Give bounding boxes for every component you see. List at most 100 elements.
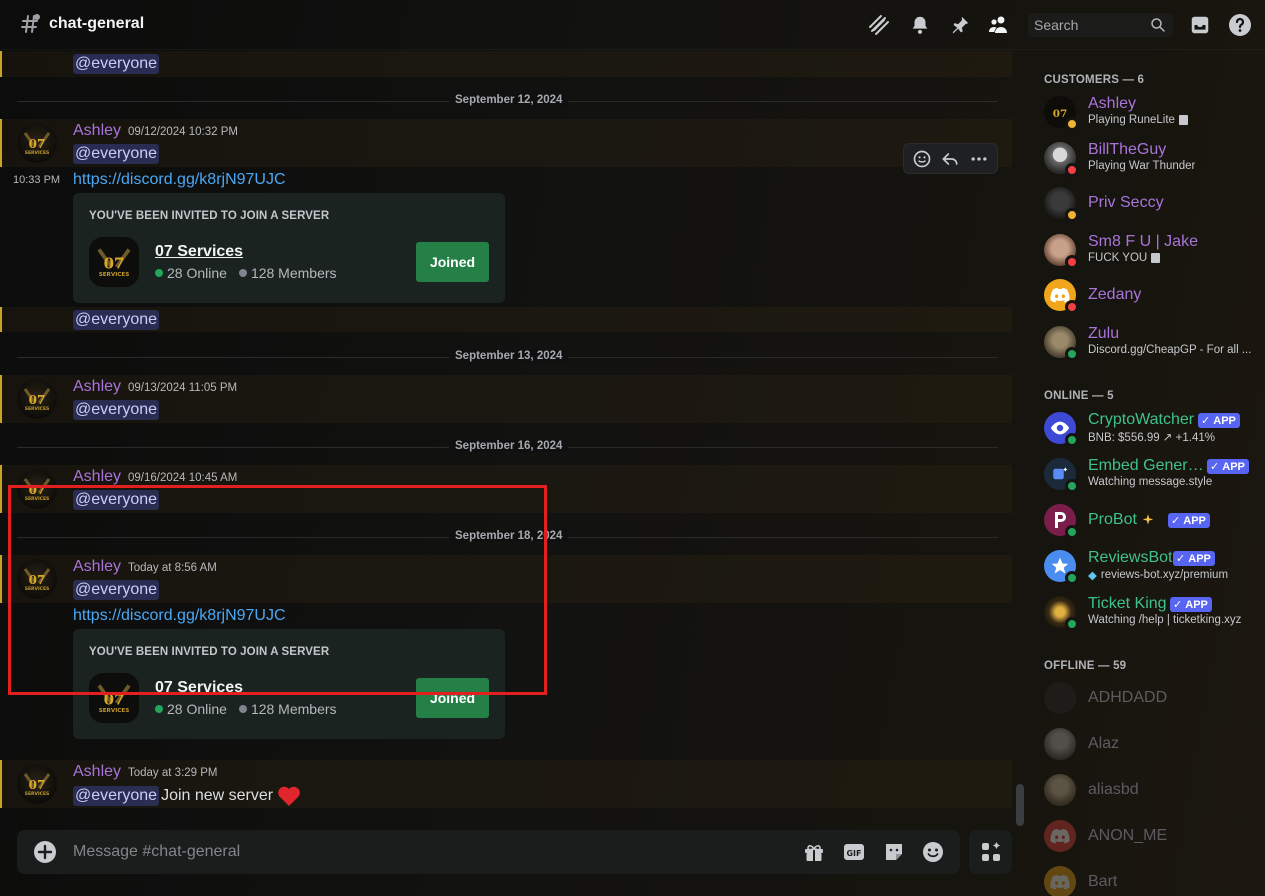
member-item[interactable]: ANON_ME [1028,814,1265,858]
gift-icon[interactable] [802,840,826,864]
scrollbar-thumb[interactable] [1016,784,1024,826]
add-attachment-icon[interactable] [33,840,57,864]
svg-text:SERVICES: SERVICES [25,150,50,156]
emoji-icon[interactable] [921,840,945,864]
pinned-messages-icon[interactable] [948,13,972,37]
online-count: 28 Online [167,265,227,281]
inbox-icon[interactable] [1188,13,1212,37]
member-list-icon[interactable] [987,13,1011,37]
verified-check-icon: ✓ [1201,415,1211,427]
message-composer: GIF [17,830,960,874]
server-icon[interactable]: 07 SERVICES [89,673,139,723]
message-list[interactable]: @everyone September 12, 2024 07 SERVICES … [0,50,1012,818]
member-count: 128 Members [250,265,337,281]
members-section-title: ONLINE — 5 [1044,390,1114,402]
help-icon[interactable] [1228,13,1252,37]
user-avatar[interactable]: 07 SERVICES [17,764,57,804]
member-item[interactable]: BillTheGuy Playing War Thunder [1028,136,1265,180]
member-item[interactable]: Zulu Discord.gg/CheapGP - For all ... [1028,320,1265,364]
sticker-icon[interactable] [882,840,906,864]
apps-icon [981,842,1000,861]
add-reaction-icon[interactable] [912,149,932,169]
message-actions-toolbar [903,143,998,174]
message-author[interactable]: Ashley [73,468,121,486]
notification-bell-icon[interactable] [908,13,932,37]
search-input[interactable] [1034,17,1146,33]
message-author[interactable]: Ashley [73,378,121,396]
invite-server-name[interactable]: 07 Services [155,679,243,697]
member-item[interactable]: Sm8 F U | Jake FUCK YOU [1028,228,1265,272]
member-name: Alaz [1088,735,1120,752]
member-name: ADHDADD [1088,689,1168,706]
member-avatar [1044,187,1079,222]
member-item[interactable]: Ticket King ✓ APP Watching /help | ticke… [1028,590,1265,634]
message-author[interactable]: Ashley [73,122,121,140]
invite-link[interactable]: https://discord.gg/k8rjN97UJC [73,607,286,625]
svg-text:SERVICES: SERVICES [25,406,50,412]
everyone-mention[interactable]: @everyone [73,400,160,420]
member-item[interactable]: Zedany [1028,273,1265,317]
member-item[interactable]: ReviewsBot ✓ APP ◆ reviews-bot.xyz/premiu… [1028,544,1265,588]
user-avatar[interactable]: 07 SERVICES [17,379,57,419]
member-activity: ◆ reviews-bot.xyz/premium [1088,569,1229,582]
svg-text:07: 07 [29,573,46,587]
everyone-mention[interactable]: @everyone [73,786,160,806]
member-activity: Watching message.style [1088,476,1213,488]
dnd-status-icon [1065,255,1079,269]
apps-button[interactable] [969,830,1012,874]
member-item[interactable]: 07 Ashley Playing RuneLite [1028,90,1265,134]
member-activity: BNB: $556.99 ↗ +1.41% [1088,432,1215,444]
invite-stats: 28 Online 128 Members [155,701,337,717]
member-item[interactable]: Alaz [1028,722,1265,766]
discord-logo-icon [1050,874,1070,890]
everyone-mention[interactable]: @everyone [73,490,160,510]
members-section-title: CUSTOMERS — 6 [1044,74,1145,86]
member-item[interactable]: aliasbd [1028,768,1265,812]
server-icon[interactable]: 07 SERVICES [89,237,139,287]
member-item[interactable]: CryptoWatcher ✓ APP BNB: $556.99 ↗ +1.41… [1028,406,1265,450]
message-timestamp: Today at 3:29 PM [128,767,218,779]
user-avatar[interactable]: 07 SERVICES [17,559,57,599]
everyone-mention[interactable]: @everyone [73,310,160,330]
message-author[interactable]: Ashley [73,763,121,781]
message-input[interactable] [73,841,773,863]
member-name: Ticket King [1088,595,1167,612]
everyone-mention[interactable]: @everyone [73,54,160,74]
member-item[interactable]: ProBot ✓ APP [1028,498,1265,542]
member-item[interactable]: Bart [1028,860,1265,896]
reply-icon[interactable] [940,149,960,169]
gif-icon[interactable]: GIF [842,840,866,864]
online-status-icon [1065,433,1079,447]
date-divider-label: September 12, 2024 [449,94,569,106]
more-options-icon[interactable] [969,149,989,169]
user-avatar[interactable]: 07 SERVICES [17,123,57,163]
everyone-mention[interactable]: @everyone [73,144,160,164]
message-content: @everyone [73,310,160,330]
discord-logo-icon [1050,828,1070,844]
date-divider-label: September 13, 2024 [449,350,569,362]
members-dot [238,269,247,277]
member-count: 128 Members [250,701,337,717]
member-name: Zulu [1088,325,1120,342]
member-item[interactable]: Priv Seccy [1028,181,1265,225]
member-activity: Watching /help | ticketking.xyz [1088,614,1242,626]
user-avatar[interactable]: 07 SERVICES [17,469,57,509]
member-avatar [1044,142,1079,177]
member-item[interactable]: Embed Genera... ✓ APP Watching message.s… [1028,452,1265,496]
threads-icon[interactable] [867,13,891,37]
member-name: Zedany [1088,286,1142,303]
member-item[interactable]: ADHDADD [1028,676,1265,720]
invite-server-name[interactable]: 07 Services [155,243,243,261]
message-author[interactable]: Ashley [73,558,121,576]
search-bar[interactable] [1028,13,1173,37]
joined-button[interactable]: Joined [416,678,489,718]
date-divider-label: September 18, 2024 [449,530,569,542]
message-timestamp: Today at 8:56 AM [128,562,217,574]
member-avatar [1044,458,1079,493]
member-activity: Playing RuneLite [1088,114,1188,126]
app-badge: ✓ APP [1207,459,1249,474]
dnd-status-icon [1065,163,1079,177]
invite-link[interactable]: https://discord.gg/k8rjN97UJC [73,171,286,189]
everyone-mention[interactable]: @everyone [73,580,160,600]
joined-button[interactable]: Joined [416,242,489,282]
